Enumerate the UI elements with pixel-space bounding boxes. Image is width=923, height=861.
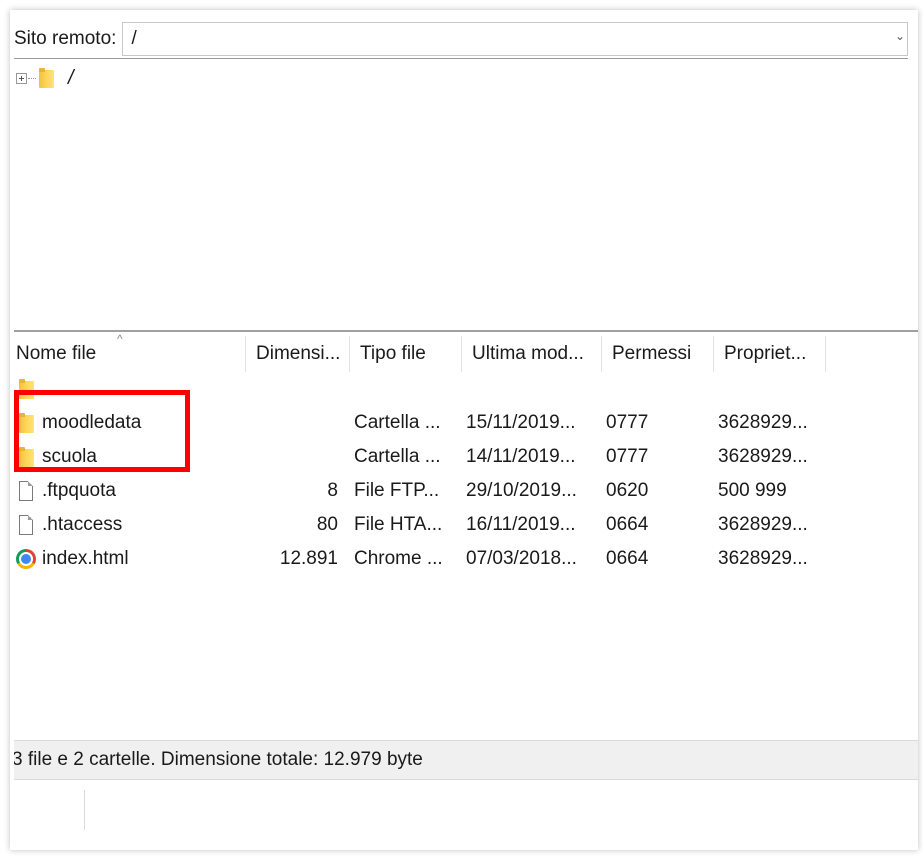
column-header-label: Dimensi... bbox=[256, 343, 341, 364]
file-type: Cartella ... bbox=[354, 412, 441, 433]
file-type: File FTP... bbox=[354, 480, 440, 501]
column-header-name[interactable]: ^ Nome file bbox=[14, 332, 246, 372]
file-modified: 29/10/2019... bbox=[466, 480, 577, 501]
chevron-down-icon[interactable]: ⌄ bbox=[895, 29, 905, 43]
file-name: .htaccess bbox=[42, 514, 123, 535]
tree-node-root[interactable]: / bbox=[16, 66, 906, 90]
column-header-type[interactable]: Tipo file bbox=[350, 336, 462, 372]
file-name: scuola bbox=[42, 446, 97, 467]
folder-icon bbox=[39, 68, 54, 88]
file-modified: 07/03/2018... bbox=[466, 548, 577, 569]
file-row-scuola[interactable]: scuola Cartella ... 14/11/2019... 0777 3… bbox=[14, 440, 918, 474]
file-list: .. moodledata Cartella ... 15/11/2019...… bbox=[14, 372, 918, 576]
expand-icon[interactable] bbox=[16, 72, 27, 84]
file-row-htaccess[interactable]: .htaccess 80 File HTA... 16/11/2019... 0… bbox=[14, 508, 918, 542]
file-row-parent[interactable]: .. bbox=[14, 372, 918, 406]
status-bar: 3 file e 2 cartelle. Dimensione totale: … bbox=[14, 740, 918, 780]
remote-path-combobox[interactable]: ⌄ bbox=[122, 22, 908, 56]
column-header-modified[interactable]: Ultima mod... bbox=[462, 336, 602, 372]
file-size: 80 bbox=[316, 514, 338, 535]
folder-icon bbox=[18, 379, 34, 399]
file-icon bbox=[19, 515, 33, 535]
file-row-moodledata[interactable]: moodledata Cartella ... 15/11/2019... 07… bbox=[14, 406, 918, 440]
file-owner: 500 999 bbox=[718, 480, 787, 501]
column-header-label: Propriet... bbox=[724, 343, 807, 364]
remote-site-label: Sito remoto: bbox=[14, 28, 117, 49]
chrome-icon bbox=[16, 549, 36, 569]
column-header-label: Permessi bbox=[612, 343, 692, 364]
tree-connector bbox=[28, 77, 36, 79]
column-header-label: Ultima mod... bbox=[472, 343, 584, 364]
file-modified: 16/11/2019... bbox=[466, 514, 576, 535]
remote-site-bar: Sito remoto: ⌄ bbox=[14, 22, 908, 56]
file-type: File HTA... bbox=[354, 514, 443, 535]
transfer-queue-area bbox=[14, 784, 918, 844]
file-icon bbox=[19, 481, 33, 501]
file-modified: 15/11/2019... bbox=[466, 412, 576, 433]
column-header-permissions[interactable]: Permessi bbox=[602, 336, 714, 372]
file-row-ftpquota[interactable]: .ftpquota 8 File FTP... 29/10/2019... 06… bbox=[14, 474, 918, 508]
divider bbox=[14, 330, 918, 332]
file-name: moodledata bbox=[42, 412, 142, 433]
column-header-label: Tipo file bbox=[360, 343, 426, 364]
file-permissions: 0664 bbox=[606, 514, 649, 535]
file-list-header: ^ Nome file Dimensi... Tipo file Ultima … bbox=[14, 332, 918, 372]
divider bbox=[84, 790, 85, 830]
file-owner: 3628929... bbox=[718, 446, 808, 467]
column-header-size[interactable]: Dimensi... bbox=[246, 336, 350, 372]
file-permissions: 0777 bbox=[606, 446, 649, 467]
file-name: index.html bbox=[42, 548, 129, 569]
file-modified: 14/11/2019... bbox=[466, 446, 576, 467]
file-owner: 3628929... bbox=[718, 412, 808, 433]
file-permissions: 0620 bbox=[606, 480, 649, 501]
sort-ascending-icon: ^ bbox=[117, 332, 123, 346]
file-permissions: 0777 bbox=[606, 412, 649, 433]
file-row-index-html[interactable]: index.html 12.891 Chrome ... 07/03/2018.… bbox=[14, 542, 918, 576]
file-size: 12.891 bbox=[279, 548, 338, 569]
folder-icon bbox=[18, 413, 34, 433]
file-name: .. bbox=[42, 378, 53, 399]
status-text: 3 file e 2 cartelle. Dimensione totale: … bbox=[14, 749, 423, 770]
tree-node-label: / bbox=[68, 66, 74, 89]
divider bbox=[14, 58, 908, 59]
file-name: .ftpquota bbox=[42, 480, 116, 501]
file-permissions: 0664 bbox=[606, 548, 649, 569]
column-header-owner[interactable]: Propriet... bbox=[714, 336, 826, 372]
file-size: 8 bbox=[327, 480, 338, 501]
folder-icon bbox=[18, 447, 34, 467]
remote-path-input[interactable] bbox=[123, 27, 907, 51]
file-owner: 3628929... bbox=[718, 548, 808, 569]
file-owner: 3628929... bbox=[718, 514, 808, 535]
file-type: Cartella ... bbox=[354, 446, 441, 467]
column-header-label: Nome file bbox=[16, 343, 97, 364]
remote-directory-tree[interactable]: / bbox=[16, 66, 906, 322]
file-type: Chrome ... bbox=[354, 548, 443, 569]
